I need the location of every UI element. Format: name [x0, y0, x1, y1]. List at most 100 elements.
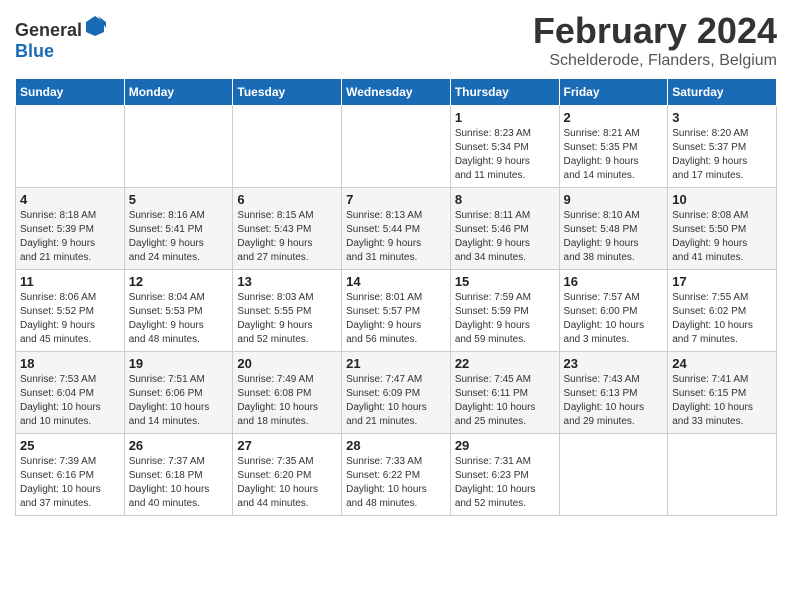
day-info: Sunrise: 7:53 AMSunset: 6:04 PMDaylight:…	[20, 373, 120, 429]
day-number: 23	[564, 356, 664, 371]
calendar-cell: 18 Sunrise: 7:53 AMSunset: 6:04 PMDayligh…	[16, 352, 125, 434]
day-number: 14	[346, 274, 446, 289]
calendar-cell	[668, 434, 777, 516]
day-header-monday: Monday	[124, 79, 233, 106]
logo-blue: Blue	[15, 41, 54, 61]
calendar-cell: 17 Sunrise: 7:55 AMSunset: 6:02 PMDayligh…	[668, 270, 777, 352]
calendar-cell: 9 Sunrise: 8:10 AMSunset: 5:48 PMDaylight…	[559, 188, 668, 270]
logo-general: General	[15, 20, 82, 40]
day-number: 29	[455, 438, 555, 453]
day-number: 21	[346, 356, 446, 371]
calendar-cell: 20Sunrise: 7:49 AMSunset: 6:08 PMDayligh…	[233, 352, 342, 434]
day-info: Sunrise: 8:10 AMSunset: 5:48 PMDaylight:…	[564, 209, 664, 265]
day-number: 9	[564, 192, 664, 207]
day-number: 6	[237, 192, 337, 207]
day-info: Sunrise: 7:31 AMSunset: 6:23 PMDaylight:…	[455, 455, 555, 511]
calendar-cell: 6 Sunrise: 8:15 AMSunset: 5:43 PMDaylight…	[233, 188, 342, 270]
day-info: Sunrise: 7:39 AMSunset: 6:16 PMDaylight:…	[20, 455, 120, 511]
month-year-title: February 2024	[533, 10, 777, 52]
calendar-cell: 22 Sunrise: 7:45 AMSunset: 6:11 PMDayligh…	[450, 352, 559, 434]
day-number: 15	[455, 274, 555, 289]
calendar-header-row: SundayMondayTuesdayWednesdayThursdayFrid…	[16, 79, 777, 106]
day-number: 13	[237, 274, 337, 289]
day-info: Sunrise: 7:45 AMSunset: 6:11 PMDaylight:…	[455, 373, 555, 429]
calendar-table: SundayMondayTuesdayWednesdayThursdayFrid…	[15, 78, 777, 516]
day-number: 28	[346, 438, 446, 453]
day-number: 1	[455, 110, 555, 125]
day-info: Sunrise: 8:04 AMSunset: 5:53 PMDaylight:…	[129, 291, 229, 347]
calendar-cell: 23 Sunrise: 7:43 AMSunset: 6:13 PMDayligh…	[559, 352, 668, 434]
day-info: Sunrise: 7:35 AMSunset: 6:20 PMDaylight:…	[237, 455, 337, 511]
day-info: Sunrise: 8:11 AMSunset: 5:46 PMDaylight:…	[455, 209, 555, 265]
day-info: Sunrise: 7:55 AMSunset: 6:02 PMDaylight:…	[672, 291, 772, 347]
day-info: Sunrise: 8:08 AMSunset: 5:50 PMDaylight:…	[672, 209, 772, 265]
day-info: Sunrise: 7:49 AMSunset: 6:08 PMDaylight:…	[237, 373, 337, 429]
header: General Blue February 2024 Schelderode, …	[15, 10, 777, 70]
day-header-sunday: Sunday	[16, 79, 125, 106]
day-number: 3	[672, 110, 772, 125]
day-number: 27	[237, 438, 337, 453]
day-info: Sunrise: 7:37 AMSunset: 6:18 PMDaylight:…	[129, 455, 229, 511]
calendar-cell: 16 Sunrise: 7:57 AMSunset: 6:00 PMDayligh…	[559, 270, 668, 352]
calendar-cell: 29 Sunrise: 7:31 AMSunset: 6:23 PMDayligh…	[450, 434, 559, 516]
day-info: Sunrise: 7:47 AMSunset: 6:09 PMDaylight:…	[346, 373, 446, 429]
calendar-cell: 11Sunrise: 8:06 AMSunset: 5:52 PMDayligh…	[16, 270, 125, 352]
calendar-cell	[16, 106, 125, 188]
calendar-cell: 27 Sunrise: 7:35 AMSunset: 6:20 PMDayligh…	[233, 434, 342, 516]
day-header-saturday: Saturday	[668, 79, 777, 106]
day-info: Sunrise: 7:41 AMSunset: 6:15 PMDaylight:…	[672, 373, 772, 429]
calendar-cell: 24 Sunrise: 7:41 AMSunset: 6:15 PMDayligh…	[668, 352, 777, 434]
day-info: Sunrise: 7:59 AMSunset: 5:59 PMDaylight:…	[455, 291, 555, 347]
day-number: 12	[129, 274, 229, 289]
calendar-cell: 15 Sunrise: 7:59 AMSunset: 5:59 PMDayligh…	[450, 270, 559, 352]
day-number: 7	[346, 192, 446, 207]
calendar-cell	[124, 106, 233, 188]
calendar-cell: 25 Sunrise: 7:39 AMSunset: 6:16 PMDayligh…	[16, 434, 125, 516]
day-info: Sunrise: 8:01 AMSunset: 5:57 PMDaylight:…	[346, 291, 446, 347]
day-info: Sunrise: 7:33 AMSunset: 6:22 PMDaylight:…	[346, 455, 446, 511]
day-number: 17	[672, 274, 772, 289]
day-info: Sunrise: 8:15 AMSunset: 5:43 PMDaylight:…	[237, 209, 337, 265]
calendar-cell: 10Sunrise: 8:08 AMSunset: 5:50 PMDayligh…	[668, 188, 777, 270]
calendar-cell: 14 Sunrise: 8:01 AMSunset: 5:57 PMDayligh…	[342, 270, 451, 352]
day-info: Sunrise: 8:13 AMSunset: 5:44 PMDaylight:…	[346, 209, 446, 265]
calendar-week-row: 4Sunrise: 8:18 AMSunset: 5:39 PMDaylight…	[16, 188, 777, 270]
day-number: 8	[455, 192, 555, 207]
day-number: 11	[20, 274, 120, 289]
day-number: 18	[20, 356, 120, 371]
calendar-cell: 4Sunrise: 8:18 AMSunset: 5:39 PMDaylight…	[16, 188, 125, 270]
logo-icon	[84, 14, 106, 36]
day-number: 25	[20, 438, 120, 453]
calendar-cell: 21 Sunrise: 7:47 AMSunset: 6:09 PMDayligh…	[342, 352, 451, 434]
calendar-cell: 7 Sunrise: 8:13 AMSunset: 5:44 PMDaylight…	[342, 188, 451, 270]
day-info: Sunrise: 7:51 AMSunset: 6:06 PMDaylight:…	[129, 373, 229, 429]
calendar-cell	[559, 434, 668, 516]
calendar-week-row: 1Sunrise: 8:23 AMSunset: 5:34 PMDaylight…	[16, 106, 777, 188]
calendar-cell: 19Sunrise: 7:51 AMSunset: 6:06 PMDayligh…	[124, 352, 233, 434]
calendar-cell: 8 Sunrise: 8:11 AMSunset: 5:46 PMDaylight…	[450, 188, 559, 270]
day-info: Sunrise: 8:16 AMSunset: 5:41 PMDaylight:…	[129, 209, 229, 265]
calendar-week-row: 18 Sunrise: 7:53 AMSunset: 6:04 PMDayligh…	[16, 352, 777, 434]
day-header-thursday: Thursday	[450, 79, 559, 106]
calendar-cell	[342, 106, 451, 188]
day-info: Sunrise: 8:20 AMSunset: 5:37 PMDaylight:…	[672, 127, 772, 183]
calendar-cell: 5Sunrise: 8:16 AMSunset: 5:41 PMDaylight…	[124, 188, 233, 270]
day-number: 16	[564, 274, 664, 289]
day-number: 26	[129, 438, 229, 453]
calendar-cell: 3 Sunrise: 8:20 AMSunset: 5:37 PMDaylight…	[668, 106, 777, 188]
day-number: 22	[455, 356, 555, 371]
day-info: Sunrise: 7:57 AMSunset: 6:00 PMDaylight:…	[564, 291, 664, 347]
calendar-body: 1Sunrise: 8:23 AMSunset: 5:34 PMDaylight…	[16, 106, 777, 516]
day-number: 24	[672, 356, 772, 371]
day-info: Sunrise: 7:43 AMSunset: 6:13 PMDaylight:…	[564, 373, 664, 429]
day-number: 2	[564, 110, 664, 125]
day-info: Sunrise: 8:18 AMSunset: 5:39 PMDaylight:…	[20, 209, 120, 265]
day-header-wednesday: Wednesday	[342, 79, 451, 106]
title-section: February 2024 Schelderode, Flanders, Bel…	[533, 10, 777, 70]
calendar-cell: 26 Sunrise: 7:37 AMSunset: 6:18 PMDayligh…	[124, 434, 233, 516]
location-subtitle: Schelderode, Flanders, Belgium	[533, 52, 777, 70]
day-info: Sunrise: 8:21 AMSunset: 5:35 PMDaylight:…	[564, 127, 664, 183]
calendar-cell: 1Sunrise: 8:23 AMSunset: 5:34 PMDaylight…	[450, 106, 559, 188]
logo: General Blue	[15, 14, 106, 62]
calendar-week-row: 11Sunrise: 8:06 AMSunset: 5:52 PMDayligh…	[16, 270, 777, 352]
